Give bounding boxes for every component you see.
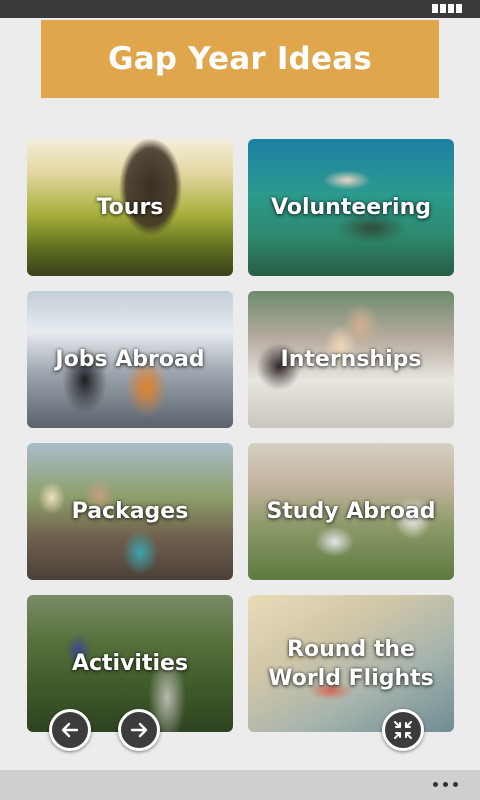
- tile-round-the-world-flights[interactable]: Round the World Flights: [248, 595, 454, 732]
- more-horizontal-icon[interactable]: [433, 782, 458, 787]
- tile-label: Tours: [96, 195, 164, 220]
- exit-fullscreen-button[interactable]: [382, 709, 424, 751]
- tile-label: Internships: [280, 347, 422, 372]
- tile-label: Round the World Flights: [268, 636, 434, 691]
- tile-volunteering[interactable]: Volunteering: [248, 139, 454, 276]
- tile-label: Packages: [71, 499, 189, 524]
- tile-jobs-abroad[interactable]: Jobs Abroad: [27, 291, 233, 428]
- tile-study-abroad[interactable]: Study Abroad: [248, 443, 454, 580]
- fullscreen-exit-icon: [394, 721, 412, 739]
- tile-tours[interactable]: Tours: [27, 139, 233, 276]
- tile-label: Volunteering: [271, 195, 431, 220]
- next-button[interactable]: [118, 709, 160, 751]
- status-bar: [0, 0, 480, 18]
- prev-button[interactable]: [49, 709, 91, 751]
- arrow-right-icon: [130, 722, 148, 738]
- page-title: Gap Year Ideas: [108, 41, 372, 77]
- tile-internships[interactable]: Internships: [248, 291, 454, 428]
- arrow-left-icon: [61, 722, 79, 738]
- title-banner: Gap Year Ideas: [41, 20, 439, 98]
- tile-label: Study Abroad: [266, 499, 436, 524]
- bottom-bar: [0, 770, 480, 800]
- battery-icon: [432, 4, 462, 13]
- tile-packages[interactable]: Packages: [27, 443, 233, 580]
- tile-label: Jobs Abroad: [55, 347, 205, 372]
